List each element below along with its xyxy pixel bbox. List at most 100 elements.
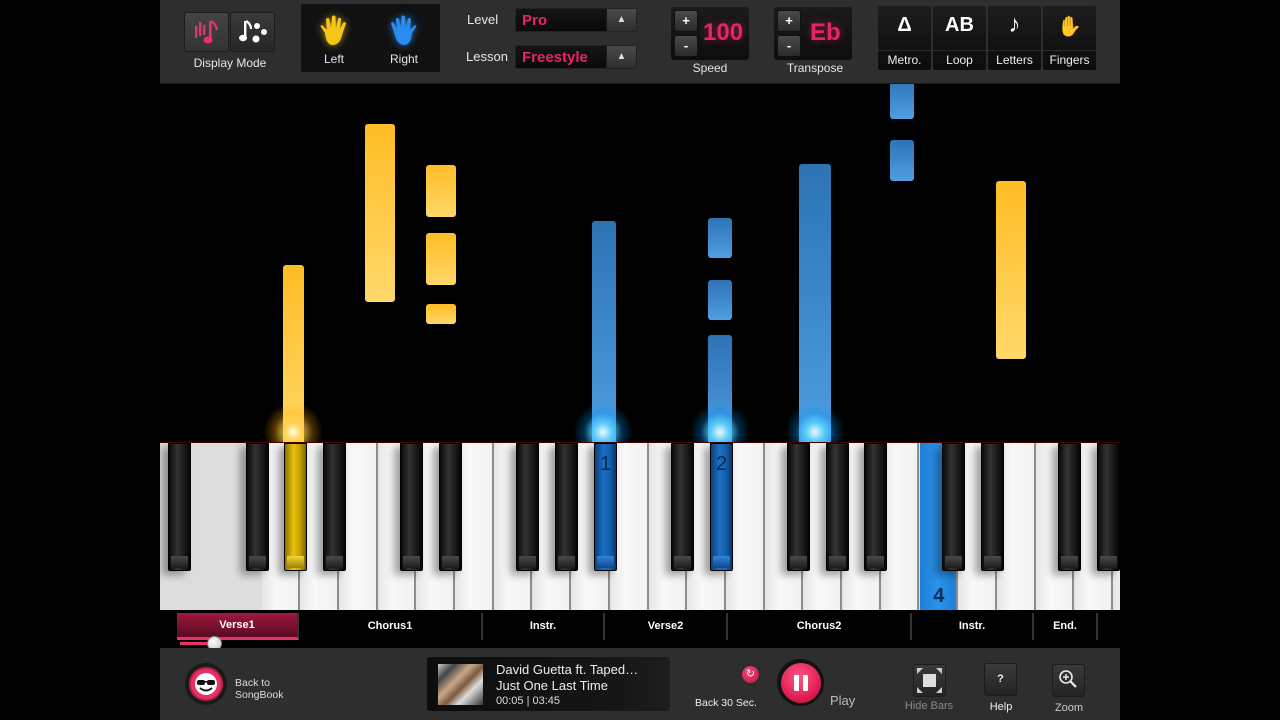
help-label: Help (989, 701, 1013, 713)
black-key[interactable] (284, 443, 307, 571)
zoom-button[interactable] (1052, 664, 1085, 697)
updown-arrows-icon: ▲ (606, 46, 636, 68)
finger-number: 2 (715, 453, 728, 475)
black-key[interactable] (1058, 443, 1081, 571)
loop-ab-icon: AB (945, 14, 974, 36)
black-key[interactable] (168, 443, 191, 571)
left-hand-label: Left (323, 52, 344, 66)
songbook-label-line2: SongBook (235, 689, 284, 701)
hands-notes-icon (194, 19, 218, 44)
speed-value: 100 (703, 19, 744, 46)
black-key[interactable] (981, 443, 1004, 571)
black-key[interactable] (516, 443, 539, 571)
black-key[interactable] (826, 443, 849, 571)
songbook-label-line1: Back to (235, 677, 271, 689)
hands-selector: Left Right (301, 4, 440, 72)
black-key[interactable] (323, 443, 346, 571)
help-button[interactable]: ? (984, 663, 1017, 696)
sparkle-effect (263, 402, 323, 442)
lesson-value: Freestyle (522, 49, 588, 66)
transpose-decrease-button[interactable]: - (777, 35, 801, 57)
black-key[interactable] (1097, 443, 1120, 571)
song-progress-slider[interactable] (180, 636, 1096, 651)
display-mode-notes-button[interactable] (230, 12, 275, 52)
letters-label: Letters (988, 50, 1041, 67)
smiley-sunglasses-icon (189, 667, 223, 701)
metronome-button[interactable]: Δ Metro. (878, 6, 931, 70)
section-tab[interactable]: Verse1 (177, 613, 299, 640)
hide-bars-button[interactable] (913, 664, 946, 697)
falling-notes-area (160, 84, 1120, 442)
speed-stepper: + - 100 (671, 7, 749, 60)
finger-number: 4 (933, 585, 945, 607)
speed-decrease-button[interactable]: - (674, 35, 698, 57)
black-key[interactable] (439, 443, 462, 571)
loop-button[interactable]: AB Loop (933, 6, 986, 70)
fingers-button[interactable]: ✋ Fingers (1043, 6, 1096, 70)
rewind-icon: ↻ (745, 668, 756, 680)
speed-label: Speed (692, 61, 728, 75)
note-bar-left (365, 124, 395, 302)
speed-increase-button[interactable]: + (674, 10, 698, 32)
now-playing-panel[interactable]: David Guetta ft. Taped… Just One Last Ti… (427, 657, 670, 711)
display-mode-hands-button[interactable] (184, 12, 229, 52)
transpose-increase-button[interactable]: + (777, 10, 801, 32)
note-bar-left (426, 165, 456, 217)
zoom-label: Zoom (1054, 702, 1084, 714)
section-tab[interactable]: Instr. (912, 613, 1034, 640)
section-tab[interactable]: Instr. (483, 613, 605, 640)
black-key[interactable] (864, 443, 887, 571)
section-tab[interactable]: Verse2 (605, 613, 728, 640)
black-key[interactable] (787, 443, 810, 571)
transpose-stepper: + - Eb (774, 7, 852, 60)
transpose-value: Eb (810, 19, 841, 46)
note-bar-right (708, 280, 732, 320)
back-30-button[interactable]: ↻ (740, 664, 761, 685)
display-mode-label: Display Mode (193, 56, 267, 70)
play-pause-button[interactable] (777, 659, 824, 706)
black-key[interactable] (400, 443, 423, 571)
right-hand-button[interactable] (385, 14, 421, 50)
black-key[interactable] (555, 443, 578, 571)
level-value: Pro (522, 12, 548, 29)
now-playing-artist: David Guetta ft. Taped… (496, 662, 639, 677)
piano-keyboard: 4 1 2 (160, 442, 1120, 610)
left-hand-icon (320, 15, 346, 45)
lesson-select[interactable]: Freestyle ▲ (515, 45, 637, 69)
album-art (438, 664, 483, 705)
question-icon: ? (997, 673, 1004, 685)
note-bar-left (426, 233, 456, 285)
now-playing-time: 00:05 | 03:45 (496, 695, 561, 707)
left-hand-button[interactable] (316, 14, 352, 50)
section-tab[interactable]: End. (1034, 613, 1098, 640)
metronome-label: Metro. (878, 50, 931, 67)
zoom-in-icon (1059, 670, 1077, 688)
note-bar-right (799, 164, 831, 442)
bottom-bar: Back to SongBook David Guetta ft. Taped…… (160, 648, 1120, 720)
black-key[interactable] (942, 443, 965, 571)
updown-arrows-icon: ▲ (606, 9, 636, 31)
right-hand-icon (391, 15, 417, 45)
song-sections-bar: Verse1 Chorus1 Instr. Verse2 Chorus2 Instr. En… (177, 613, 1098, 640)
section-tab[interactable]: Chorus2 (728, 613, 912, 640)
lesson-label: Lesson (466, 49, 508, 64)
transpose-label: Transpose (786, 61, 844, 75)
black-key[interactable] (671, 443, 694, 571)
fingers-hand-icon: ✋ (1057, 16, 1082, 38)
sparkle-effect (690, 402, 750, 442)
level-select[interactable]: Pro ▲ (515, 8, 637, 32)
expand-arrows-icon (917, 668, 942, 693)
back-to-songbook-button[interactable] (185, 663, 227, 705)
note-bar-left (996, 181, 1026, 359)
top-toolbar: Display Mode Left Right Level Pro ▲ Less… (160, 0, 1120, 84)
right-hand-label: Right (389, 52, 418, 66)
black-key[interactable] (246, 443, 269, 571)
section-tab[interactable]: Chorus1 (299, 613, 483, 640)
toggle-group: Δ Metro. AB Loop ♪ Letters ✋ Fingers (878, 6, 1096, 70)
music-note-icon: ♪ (1008, 11, 1021, 38)
sparkle-effect (573, 402, 633, 442)
note-bar-right (890, 84, 914, 119)
letters-button[interactable]: ♪ Letters (988, 6, 1041, 70)
piano-app: Display Mode Left Right Level Pro ▲ Less… (160, 0, 1120, 720)
hide-bars-label: Hide Bars (904, 700, 954, 712)
